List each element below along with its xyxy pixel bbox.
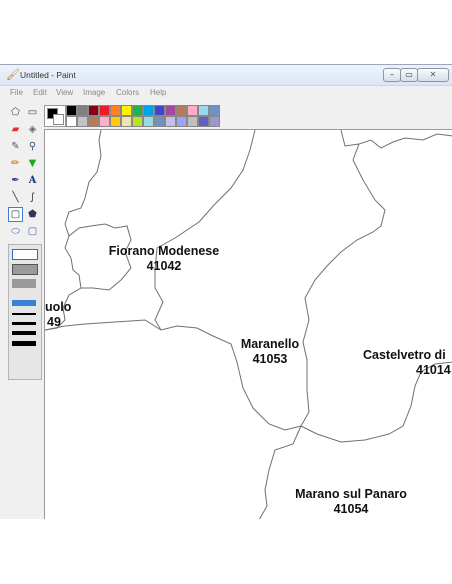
postal-code: 49	[47, 315, 61, 329]
color-picker-icon[interactable]: ✎	[8, 139, 23, 154]
postal-code: 41014	[416, 363, 451, 377]
color-swatch[interactable]	[77, 116, 88, 127]
brush-icon[interactable]: ▼	[25, 156, 40, 171]
eraser-icon[interactable]: ▰	[8, 122, 23, 137]
color-swatch[interactable]	[176, 116, 187, 127]
free-form-select-icon[interactable]: ⬠	[8, 105, 23, 120]
line-width-3[interactable]	[12, 322, 36, 325]
municipality-label-maranello: Maranello 41053	[231, 337, 309, 367]
postal-code: 41053	[252, 352, 288, 366]
color-swatch[interactable]	[154, 105, 165, 116]
text-icon[interactable]: A	[25, 173, 40, 188]
municipality-label-fiorano: Fiorano Modenese 41042	[101, 244, 227, 274]
municipality-name: Fiorano Modenese	[108, 244, 220, 258]
color-swatch[interactable]	[99, 105, 110, 116]
polygon-icon[interactable]: ⬟	[25, 207, 40, 222]
municipality-name: Marano sul Panaro	[295, 487, 407, 501]
line-width-2[interactable]	[12, 313, 36, 315]
color-swatch[interactable]	[66, 105, 77, 116]
fill-option-outline-fill[interactable]	[12, 264, 38, 275]
map-boundaries	[45, 130, 452, 519]
color-swatch[interactable]	[121, 116, 132, 127]
color-swatch[interactable]	[143, 116, 154, 127]
color-swatch[interactable]	[121, 105, 132, 116]
menu-bar: File Edit View Image Colors Help	[0, 86, 452, 100]
rounded-rect-icon[interactable]: ▢	[25, 224, 40, 239]
drawing-canvas[interactable]: Fiorano Modenese 41042 uolo 49 Maranello…	[44, 129, 452, 519]
color-palette	[44, 103, 224, 127]
title-bar[interactable]: 🖌 Untitled - Paint – ▭ ✕	[0, 65, 452, 86]
color-swatch[interactable]	[77, 105, 88, 116]
menu-image[interactable]: Image	[83, 87, 105, 99]
paint-app-icon: 🖌	[6, 68, 20, 81]
maximize-button[interactable]: ▭	[400, 68, 418, 82]
municipality-label-castelvetro: Castelvetro di 41014	[363, 348, 451, 378]
ellipse-icon[interactable]: ⬭	[8, 224, 23, 239]
postal-code: 41042	[146, 259, 182, 273]
paint-window: 🖌 Untitled - Paint – ▭ ✕ File Edit View …	[0, 64, 452, 519]
color-swatch[interactable]	[187, 105, 198, 116]
color-swatch[interactable]	[132, 105, 143, 116]
window-title: Untitled - Paint	[20, 70, 76, 80]
color-swatch[interactable]	[198, 116, 209, 127]
color-swatch[interactable]	[110, 116, 121, 127]
color-swatch[interactable]	[110, 105, 121, 116]
color-swatch[interactable]	[66, 116, 77, 127]
postal-code: 41054	[333, 502, 369, 516]
color-swatch[interactable]	[165, 105, 176, 116]
color-swatch[interactable]	[198, 105, 209, 116]
background-color[interactable]	[53, 114, 64, 125]
curve-icon[interactable]: ∫	[25, 190, 40, 205]
color-swatch[interactable]	[154, 116, 165, 127]
color-swatch[interactable]	[187, 116, 198, 127]
municipality-name: Castelvetro di	[363, 348, 446, 362]
color-swatch[interactable]	[99, 116, 110, 127]
tool-options-panel	[8, 244, 42, 380]
line-width-4[interactable]	[12, 331, 36, 335]
current-colors	[44, 105, 66, 127]
menu-colors[interactable]: Colors	[116, 87, 139, 99]
color-swatch[interactable]	[209, 116, 220, 127]
rectangle-icon[interactable]: ▢	[8, 207, 23, 222]
line-width-5[interactable]	[12, 341, 36, 346]
color-swatch[interactable]	[88, 116, 99, 127]
menu-help[interactable]: Help	[150, 87, 166, 99]
fill-bucket-icon[interactable]: ◈	[25, 122, 40, 137]
toolbox: ⬠ ▭ ▰ ◈ ✎ ⚲ ✏ ▼ ✒ A ╲ ∫ ▢ ⬟ ⬭ ▢	[6, 103, 42, 380]
close-button[interactable]: ✕	[417, 68, 449, 82]
municipality-name: uolo	[45, 300, 72, 314]
color-swatch[interactable]	[209, 105, 220, 116]
menu-edit[interactable]: Edit	[33, 87, 47, 99]
line-width-1[interactable]	[12, 300, 36, 306]
fill-option-fill[interactable]	[12, 279, 36, 288]
color-swatch[interactable]	[165, 116, 176, 127]
municipality-label-marano: Marano sul Panaro 41054	[281, 487, 421, 517]
rect-select-icon[interactable]: ▭	[25, 105, 40, 120]
menu-file[interactable]: File	[10, 87, 23, 99]
fill-option-outline[interactable]	[12, 249, 38, 260]
line-icon[interactable]: ╲	[8, 190, 23, 205]
color-swatch[interactable]	[143, 105, 154, 116]
magnifier-icon[interactable]: ⚲	[25, 139, 40, 154]
color-swatch[interactable]	[88, 105, 99, 116]
municipality-label-sassuolo: uolo 49	[45, 300, 71, 330]
municipality-name: Maranello	[240, 337, 300, 351]
airbrush-icon[interactable]: ✒	[8, 173, 23, 188]
color-swatch[interactable]	[132, 116, 143, 127]
pencil-icon[interactable]: ✏	[8, 156, 23, 171]
color-swatch[interactable]	[176, 105, 187, 116]
menu-view[interactable]: View	[56, 87, 73, 99]
minimize-button[interactable]: –	[383, 68, 401, 82]
